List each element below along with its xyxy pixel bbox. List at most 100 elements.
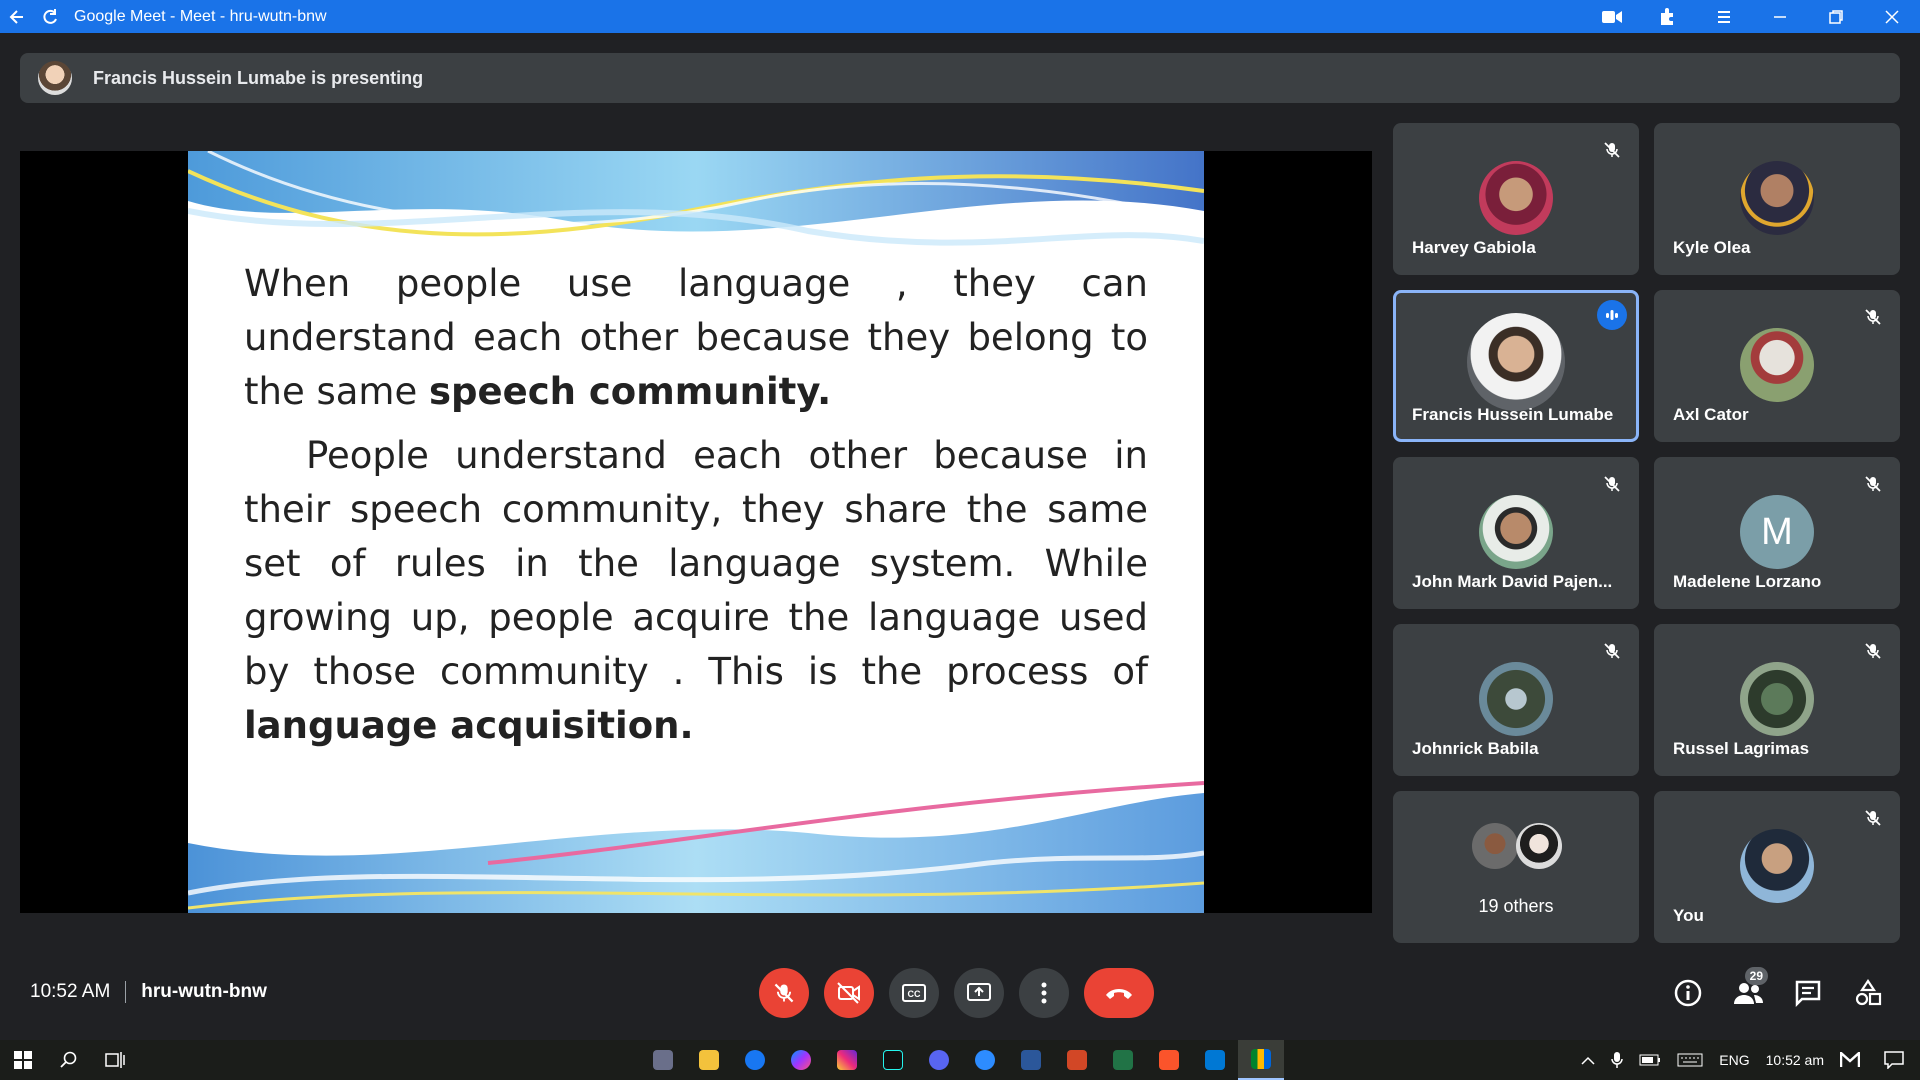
avatar (1467, 313, 1565, 411)
meeting-details-icon[interactable] (1668, 973, 1708, 1013)
discord-icon[interactable] (916, 1040, 962, 1080)
participant-tile[interactable]: Harvey Gabiola (1393, 123, 1639, 275)
participant-name: Russel Lagrimas (1673, 739, 1810, 758)
meeting-controls: 10:52 AM hru-wutn-bnw CC 29 (0, 953, 1920, 1033)
camera-icon[interactable] (1584, 0, 1640, 33)
participant-name: Harvey Gabiola (1412, 238, 1536, 257)
avatar (1479, 495, 1553, 569)
participant-tile[interactable]: Axl Cator (1654, 290, 1900, 442)
taskbar-clock[interactable]: 10:52 am (1758, 1052, 1832, 1068)
participant-tile[interactable]: Johnrick Babila (1393, 624, 1639, 776)
avatar (1479, 662, 1553, 736)
avatar (1516, 823, 1562, 869)
close-icon[interactable] (1864, 0, 1920, 33)
reload-icon[interactable] (33, 0, 66, 33)
meeting-code: hru-wutn-bnw (141, 981, 267, 1002)
mic-off-icon (1599, 638, 1625, 664)
notifications-icon[interactable] (1868, 1051, 1920, 1069)
participant-tile[interactable]: M Madelene Lorzano (1654, 457, 1900, 609)
app-icon-settings[interactable] (640, 1040, 686, 1080)
title-bar: Google Meet - Meet - hru-wutn-bnw (0, 0, 1920, 33)
menu-icon[interactable] (1696, 0, 1752, 33)
divider (125, 981, 127, 1003)
presentation-stage: When people use language , they can unde… (20, 151, 1372, 913)
file-explorer-icon[interactable] (686, 1040, 732, 1080)
presenting-banner: Francis Hussein Lumabe is presenting (20, 53, 1900, 103)
people-count-badge: 29 (1744, 967, 1768, 985)
leave-call-button[interactable] (1084, 968, 1154, 1018)
self-tile[interactable]: You (1654, 791, 1900, 943)
activities-icon[interactable] (1848, 973, 1888, 1013)
captions-button[interactable]: CC (889, 968, 939, 1018)
avatar (1479, 161, 1553, 235)
brave-icon[interactable] (1146, 1040, 1192, 1080)
vscode-icon[interactable] (1192, 1040, 1238, 1080)
avatar (1740, 662, 1814, 736)
chevron-up-icon[interactable] (1573, 1055, 1603, 1065)
more-options-button[interactable] (1019, 968, 1069, 1018)
slide-text: When people use language , they can unde… (244, 257, 1148, 753)
slide-paragraph-2: People understand each other because in … (244, 434, 1148, 747)
people-icon[interactable]: 29 (1728, 967, 1768, 1013)
battery-icon[interactable] (1631, 1054, 1669, 1066)
minimize-icon[interactable] (1752, 0, 1808, 33)
meeting-info: 10:52 AM hru-wutn-bnw (30, 981, 267, 1003)
chat-icon[interactable] (1788, 973, 1828, 1013)
participant-tile[interactable]: Russel Lagrimas (1654, 624, 1900, 776)
speaking-indicator-icon (1597, 300, 1627, 330)
taskbar-apps (640, 1040, 1284, 1080)
camera-toggle-button[interactable] (824, 968, 874, 1018)
svg-text:CC: CC (908, 989, 921, 999)
word-icon[interactable] (1008, 1040, 1054, 1080)
mic-off-icon (1860, 805, 1886, 831)
meeting-time: 10:52 AM (30, 981, 111, 1002)
slide-bottom-wave (188, 781, 1204, 913)
slide-paragraph-1: When people use language , they can unde… (244, 262, 1148, 413)
excel-icon[interactable] (1100, 1040, 1146, 1080)
present-screen-button[interactable] (954, 968, 1004, 1018)
system-tray: ENG 10:52 am (1573, 1040, 1920, 1080)
others-count-label: 19 others (1478, 896, 1554, 916)
windows-taskbar: ENG 10:52 am (0, 1040, 1920, 1080)
slide-top-wave (188, 151, 1204, 261)
participant-tile[interactable]: John Mark David Pajen... (1393, 457, 1639, 609)
avatar (1740, 829, 1814, 903)
others-tile[interactable]: 19 others (1393, 791, 1639, 943)
google-meet-taskbar-icon[interactable] (1238, 1040, 1284, 1080)
back-icon[interactable] (0, 0, 33, 33)
mic-off-icon (1599, 137, 1625, 163)
restore-icon[interactable] (1808, 0, 1864, 33)
search-icon[interactable] (46, 1040, 92, 1080)
powerpoint-icon[interactable] (1054, 1040, 1100, 1080)
extensions-icon[interactable] (1640, 0, 1696, 33)
avatar (1740, 328, 1814, 402)
mic-off-icon (1860, 638, 1886, 664)
participant-name: Kyle Olea (1673, 238, 1751, 257)
participant-name: Francis Hussein Lumabe (1412, 405, 1614, 424)
language-indicator[interactable]: ENG (1711, 1052, 1757, 1068)
tiktok-icon[interactable] (870, 1040, 916, 1080)
avatar (1740, 161, 1814, 235)
mic-off-icon (1599, 471, 1625, 497)
avatar-initial: M (1740, 495, 1814, 569)
participant-tile[interactable]: Kyle Olea (1654, 123, 1900, 275)
presenting-text: Francis Hussein Lumabe is presenting (93, 67, 424, 88)
keyboard-icon[interactable] (1669, 1053, 1711, 1067)
participant-name: Madelene Lorzano (1673, 572, 1822, 591)
zoom-icon[interactable] (962, 1040, 1008, 1080)
mic-toggle-button[interactable] (759, 968, 809, 1018)
participant-name: Johnrick Babila (1412, 739, 1539, 758)
participant-tile[interactable]: Francis Hussein Lumabe (1393, 290, 1639, 442)
facebook-icon[interactable] (732, 1040, 778, 1080)
messenger-icon[interactable] (778, 1040, 824, 1080)
participant-name: John Mark David Pajen... (1412, 572, 1613, 591)
windows-start-icon[interactable] (0, 1040, 46, 1080)
microphone-icon[interactable] (1603, 1051, 1631, 1069)
window-title: Google Meet - Meet - hru-wutn-bnw (74, 7, 327, 25)
mail-icon[interactable] (1832, 1052, 1868, 1068)
presentation-slide: When people use language , they can unde… (188, 151, 1204, 913)
participant-name: You (1673, 906, 1704, 925)
task-view-icon[interactable] (92, 1040, 138, 1080)
mic-off-icon (1860, 471, 1886, 497)
instagram-icon[interactable] (824, 1040, 870, 1080)
